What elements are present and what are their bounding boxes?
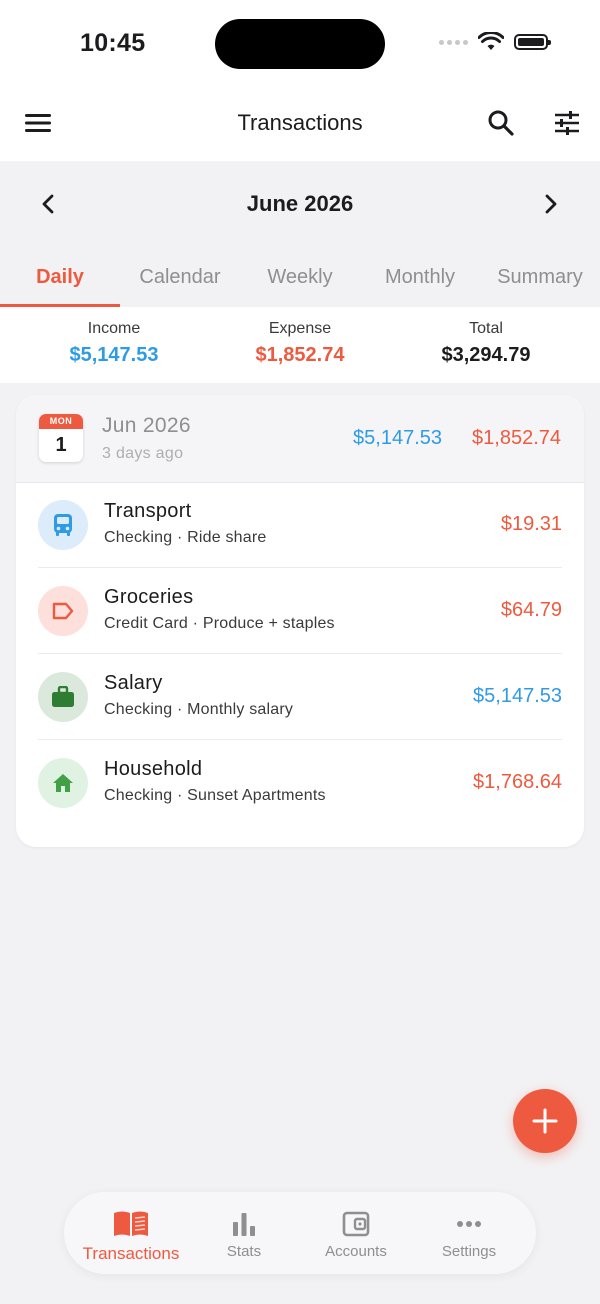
app-bar: Transactions: [0, 90, 600, 161]
wifi-icon: [478, 32, 504, 50]
transaction-row[interactable]: Groceries Credit Card · Produce + staple…: [16, 568, 584, 654]
month-navigator: June 2026: [0, 161, 600, 247]
search-button[interactable]: [479, 101, 523, 145]
nav-accounts-label: Accounts: [325, 1243, 387, 1260]
nav-settings[interactable]: Settings: [410, 1192, 528, 1274]
transaction-meta: Checking · Monthly salary: [104, 701, 294, 718]
filter-button[interactable]: [545, 101, 589, 145]
sliders-icon: [555, 111, 579, 135]
expense-label: Expense: [268, 320, 332, 337]
status-indicators: [439, 32, 551, 52]
transaction-amount: $19.31: [500, 513, 562, 535]
income-label: Income: [87, 320, 141, 337]
next-month-button[interactable]: [529, 182, 573, 226]
chevron-right-icon: [545, 194, 557, 214]
tab-summary[interactable]: Summary: [480, 248, 600, 306]
total-label: Total: [469, 320, 503, 337]
transaction-amount: $64.79: [500, 599, 562, 621]
tab-calendar[interactable]: Calendar: [120, 248, 240, 306]
expense-summary: Expense $1,852.74: [200, 320, 400, 367]
search-icon: [488, 110, 514, 136]
nav-stats-label: Stats: [226, 1243, 262, 1260]
tab-weekly[interactable]: Weekly: [240, 248, 360, 306]
dynamic-island: [215, 19, 385, 69]
nav-stats[interactable]: Stats: [185, 1192, 303, 1274]
transaction-row[interactable]: Transport Checking · Ride share $19.31: [16, 482, 584, 568]
nav-transactions[interactable]: Transactions: [72, 1192, 190, 1274]
transaction-category: Salary: [104, 672, 163, 694]
total-summary: Total $3,294.79: [386, 320, 586, 367]
tab-daily[interactable]: Daily: [0, 248, 120, 306]
transaction-meta: Checking · Ride share: [104, 529, 267, 546]
income-summary: Income $5,147.53: [14, 320, 214, 367]
tag-icon: [38, 586, 88, 636]
day-transactions-card: MON 1 Jun 2026 3 days ago $5,147.53 $1,8…: [16, 395, 584, 847]
wallet-icon: [342, 1211, 370, 1237]
view-tabs: Daily Calendar Weekly Monthly Summary: [0, 248, 600, 306]
day-title: Jun 2026: [102, 414, 191, 437]
transaction-meta: Credit Card · Produce + staples: [104, 615, 335, 632]
calendar-date-icon: MON 1: [39, 414, 83, 462]
income-total: $5,147.53: [69, 344, 159, 366]
transaction-amount: $5,147.53: [473, 685, 562, 707]
day-number: 1: [55, 434, 67, 456]
transaction-category: Groceries: [104, 586, 194, 608]
day-expense: $1,852.74: [472, 427, 561, 449]
net-total: $3,294.79: [441, 344, 531, 366]
book-icon: [114, 1211, 148, 1236]
day-relative-time: 3 days ago: [102, 445, 184, 462]
add-transaction-button[interactable]: [513, 1089, 577, 1153]
home-icon: [38, 758, 88, 808]
bus-icon: [38, 500, 88, 550]
transaction-category: Household: [104, 758, 203, 780]
transaction-row[interactable]: Salary Checking · Monthly salary $5,147.…: [16, 654, 584, 740]
transaction-amount: $1,768.64: [473, 771, 562, 793]
battery-icon: [514, 34, 551, 50]
status-bar: 10:45: [0, 0, 600, 90]
current-month-label: June 2026: [246, 191, 354, 216]
day-income: $5,147.53: [353, 427, 442, 449]
briefcase-icon: [38, 672, 88, 722]
expense-total: $1,852.74: [255, 344, 345, 366]
plus-icon: [532, 1108, 558, 1134]
nav-accounts[interactable]: Accounts: [297, 1192, 415, 1274]
bar-chart-icon: [233, 1213, 255, 1236]
status-time: 10:45: [80, 29, 146, 57]
nav-transactions-label: Transactions: [82, 1244, 180, 1263]
transaction-meta: Checking · Sunset Apartments: [104, 787, 326, 804]
weekday-badge: MON: [39, 414, 83, 429]
more-dots-icon: [457, 1221, 481, 1227]
tab-monthly[interactable]: Monthly: [360, 248, 480, 306]
bottom-navigation: Transactions Stats Accounts Settings: [64, 1192, 536, 1274]
nav-settings-label: Settings: [441, 1243, 497, 1260]
period-summary: Income $5,147.53 Expense $1,852.74 Total…: [0, 307, 600, 383]
transaction-row[interactable]: Household Checking · Sunset Apartments $…: [16, 740, 584, 826]
transaction-category: Transport: [104, 500, 192, 522]
day-header[interactable]: MON 1 Jun 2026 3 days ago $5,147.53 $1,8…: [16, 395, 584, 483]
cellular-signal-icon: [439, 39, 468, 45]
